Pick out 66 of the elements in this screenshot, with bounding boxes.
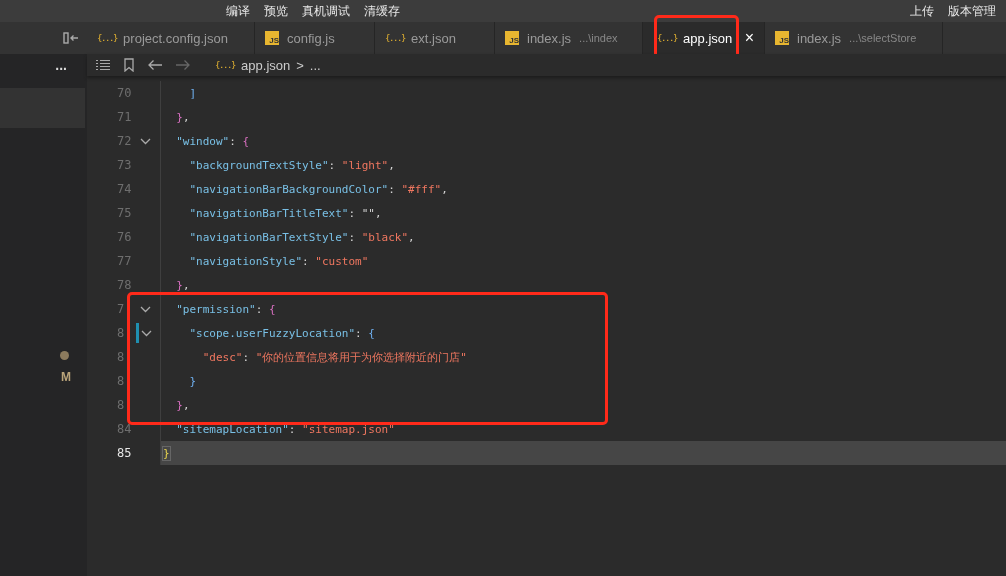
line-number: 73 [116,158,131,172]
code-line: "navigationBarBackgroundColor": "#fff", [160,177,1006,201]
line-number: 78 [116,278,131,292]
tab-label: project.config.json [123,30,228,46]
toolbar-button[interactable]: 真机调试 [302,2,350,20]
code-line: "navigationStyle": "custom" [160,249,1006,273]
fold-chevron-icon[interactable] [140,137,151,145]
json-file-icon: {...} [97,33,118,43]
toolbar-button[interactable]: 上传 [910,2,934,20]
line-number: 71 [116,110,131,124]
line-number: 8 [116,350,126,364]
line-number: 8 [116,374,126,388]
code-line: } [160,369,1006,393]
tab-path: ...\selectStore [849,32,917,44]
toolbar-button[interactable]: 编译 [226,2,250,20]
code-line: "permission": { [160,297,1006,321]
breadcrumb-separator: > [296,57,304,73]
code-line: "desc": "你的位置信息将用于为你选择附近的门店" [160,345,1006,369]
forward-arrow-icon[interactable] [175,59,191,71]
line-number: 77 [116,254,131,268]
code-line: "navigationBarTextStyle": "black", [160,225,1006,249]
tab-label: index.js [797,30,842,46]
js-file-icon: JS [505,31,519,45]
code-line: }, [160,393,1006,417]
tab-label: index.js [527,30,572,46]
line-number: 76 [116,230,131,244]
breadcrumb-item[interactable]: ... [309,57,321,73]
line-number: 75 [116,206,131,220]
tab-label: config.js [287,30,335,46]
json-file-icon: {...} [385,33,406,43]
more-button[interactable]: ... [55,57,67,73]
code-line: "navigationBarTitleText": "", [160,201,1006,225]
toolbar-button[interactable]: 预览 [264,2,288,20]
toolbar-button[interactable]: 清缓存 [364,2,400,20]
tab-path: ...\index [579,32,618,44]
line-number: 74 [116,182,131,196]
js-file-icon: JS [775,31,789,45]
collapse-sidebar-icon[interactable] [63,31,79,45]
tab-label: ext.json [411,30,456,46]
fold-chevron-icon[interactable] [141,329,152,337]
line-number: 70 [116,86,131,100]
json-file-icon: {...} [215,60,236,70]
line-number: 7 [116,302,126,316]
close-button[interactable]: × [744,29,754,47]
back-arrow-icon[interactable] [147,59,163,71]
code-line: "window": { [160,129,1006,153]
editor-tab[interactable]: {...} app.json × [643,22,765,54]
line-number: 85 [116,446,131,460]
fold-chevron-icon[interactable] [140,305,151,313]
git-status-label: M [61,370,71,384]
line-number: 8 [116,398,126,412]
line-number: 84 [116,422,131,436]
code-line: ] [160,81,1006,105]
code-line: "backgroundTextStyle": "light", [160,153,1006,177]
toolbar-button[interactable]: 版本管理 [948,2,996,20]
line-number: 72 [116,134,131,148]
breadcrumb-item[interactable]: app.json [241,57,291,73]
tab-label: app.json [683,30,733,46]
code-line: "scope.userFuzzyLocation": { [160,321,1006,345]
json-file-icon: {...} [657,33,678,43]
code-line: }, [160,273,1006,297]
line-number: 8 [116,326,126,340]
list-icon[interactable] [95,59,111,71]
bookmark-icon[interactable] [123,58,135,72]
code-line: }, [160,105,1006,129]
js-file-icon: JS [265,31,279,45]
